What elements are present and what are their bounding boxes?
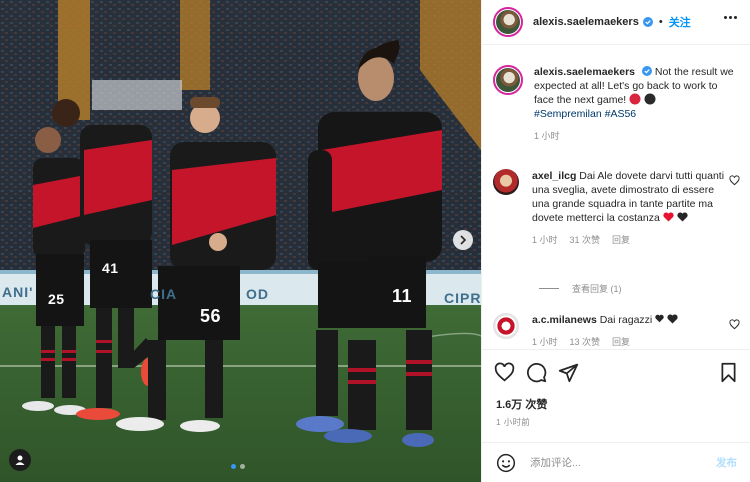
comment-text: Dai ragazzi [599,314,653,326]
carousel-next-button[interactable] [453,230,473,250]
post-actions: 1.6万 次赞 1 小时前 [482,349,750,442]
like-comment-icon[interactable] [729,319,740,330]
share-paper-plane-icon[interactable] [558,362,579,383]
like-heart-icon[interactable] [494,362,515,383]
post-header: alexis.saelemaekers • 关注 [482,0,750,45]
reply-button[interactable]: 回复 [612,335,630,349]
comment-item: a.c.milanews Dai ragazzi 1 小时 13 次赞 回复 [493,313,727,349]
user-icon [15,455,25,465]
caption-hashtags[interactable]: #Sempremilan #AS56 [534,107,734,121]
verified-badge-icon [641,66,652,76]
carousel-dot [240,464,245,469]
comments-list[interactable]: alexis.saelemaekers Not the result we ex… [482,46,750,349]
ad-board-text: CIA [150,286,178,302]
comment-time: 1 小时 [532,337,558,347]
chevron-right-icon [460,235,467,245]
emoji-icon[interactable] [496,453,516,473]
stadium-photo [0,0,481,482]
caption-username[interactable]: alexis.saelemaekers [534,66,635,78]
carousel-indicator [231,464,245,469]
red-circle-emoji-icon [629,93,641,105]
like-comment-icon[interactable] [729,175,740,186]
jersey-number: 11 [392,286,413,306]
jersey-number: 56 [200,306,222,326]
ad-board-text: OD [246,286,269,302]
caption-time: 1 小时 [534,131,560,141]
comment-bubble-icon[interactable] [526,362,547,383]
black-heart-emoji-icon [655,314,664,323]
view-replies-label: 查看回复 (1) [572,284,622,294]
comment-time: 1 小时 [532,235,558,245]
caption: alexis.saelemaekers Not the result we ex… [493,65,734,143]
author-username[interactable]: alexis.saelemaekers [533,16,639,28]
ad-board-text: CIPR [444,290,481,306]
comment-likes[interactable]: 13 次赞 [570,335,601,349]
avatar[interactable] [493,65,523,95]
avatar[interactable] [493,7,523,37]
carousel-dot [231,464,236,469]
avatar[interactable] [493,169,519,195]
post-sidebar: alexis.saelemaekers • 关注 alexis.saelemae… [481,0,750,482]
jersey-number: 41 [102,260,119,276]
ad-board-text: ANI' [2,284,34,300]
black-heart-emoji-icon [677,212,688,222]
black-heart-emoji-icon [667,314,678,324]
follow-button[interactable]: 关注 [669,14,691,30]
verified-badge-icon [642,17,653,27]
avatar[interactable] [493,313,519,339]
more-options-icon[interactable] [724,16,737,19]
bookmark-icon[interactable] [718,362,739,383]
comment-item: axel_ilcg Dai Ale dovete darvi tutti qua… [493,169,727,247]
separator-dot: • [658,16,663,28]
comment-likes[interactable]: 31 次赞 [570,233,601,247]
comment-username[interactable]: a.c.milanews [532,314,597,326]
reply-button[interactable]: 回复 [612,233,630,247]
comment-username[interactable]: axel_ilcg [532,170,576,182]
post-dialog: ANI' CIA OD CIPR 25 41 56 11 alexis.sael… [0,0,750,482]
post-comment-button[interactable]: 发布 [716,455,737,470]
likes-count[interactable]: 1.6万 次赞 [496,396,547,412]
add-comment-bar: 发布 [482,442,750,482]
post-timestamp[interactable]: 1 小时前 [496,416,530,428]
red-heart-emoji-icon [663,212,674,222]
post-image[interactable]: ANI' CIA OD CIPR 25 41 56 11 [0,0,481,482]
view-replies-button[interactable]: 查看回复 (1) [539,282,622,295]
tagged-users-button[interactable] [9,449,31,471]
black-circle-emoji-icon [644,93,656,105]
jersey-number: 25 [48,291,65,307]
comment-input[interactable] [530,456,690,469]
